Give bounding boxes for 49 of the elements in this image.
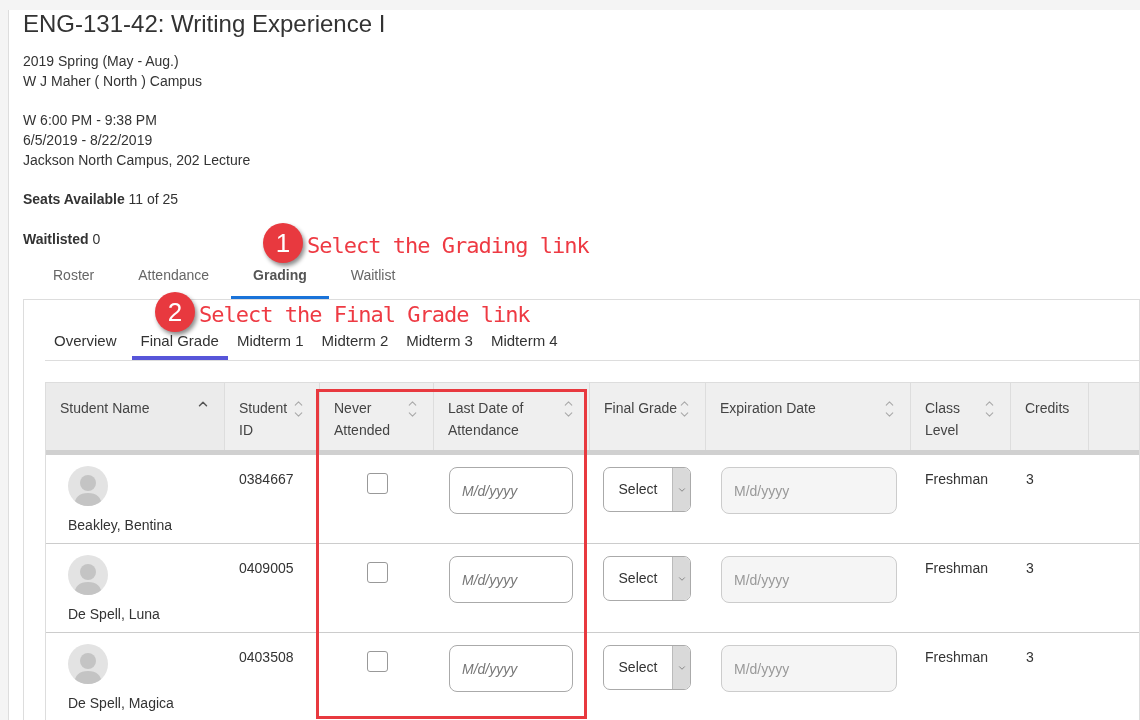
subtab[interactable]: Midterm 3 <box>397 331 482 360</box>
term-text: 2019 Spring (May - Aug.) <box>23 52 179 71</box>
avatar-icon <box>68 555 108 595</box>
class-level: Freshman <box>925 649 989 665</box>
date-input[interactable]: M/d/yyyy <box>449 467 573 514</box>
credits: 3 <box>1026 471 1034 487</box>
waitlisted-text: Waitlisted 0 <box>23 230 101 249</box>
schedule-text: W 6:00 PM - 9:38 PM <box>23 111 158 130</box>
credits: 3 <box>1026 560 1034 576</box>
seats-available-text: Seats Available 11 of 25 <box>23 190 180 209</box>
student-id: 0403508 <box>239 649 294 665</box>
campus-text: W J Maher ( North ) Campus <box>23 72 203 91</box>
subtab[interactable]: Midterm 2 <box>312 331 398 360</box>
grade-select[interactable]: Select <box>603 556 691 601</box>
class-level: Freshman <box>925 471 989 487</box>
column-header: Final Grade <box>604 399 678 418</box>
date-input[interactable]: M/d/yyyy <box>449 645 573 692</box>
grade-select[interactable]: Select <box>603 645 691 690</box>
student-id: 0409005 <box>239 560 294 576</box>
column-header: Class Level <box>925 399 961 440</box>
subtab[interactable]: Midterm 4 <box>481 331 567 360</box>
callout-text: Select the Final Grade link <box>199 300 530 329</box>
student-name: De Spell, Luna <box>68 605 161 624</box>
avatar-icon <box>68 466 108 506</box>
column-header: Student Name <box>60 399 150 418</box>
class-level: Freshman <box>925 560 989 576</box>
column-header: Never Attended <box>334 399 392 440</box>
tab[interactable]: Waitlist <box>328 262 418 299</box>
subtab[interactable]: Midterm 1 <box>227 331 313 360</box>
dates-text: 6/5/2019 - 8/22/2019 <box>23 131 154 150</box>
location-text: Jackson North Campus, 202 Lecture <box>23 151 252 170</box>
tab[interactable]: Roster <box>31 262 117 299</box>
student-id: 0384667 <box>239 471 294 487</box>
column-header: Student ID <box>239 399 289 440</box>
student-name: De Spell, Magica <box>68 694 175 713</box>
date-input[interactable]: M/d/yyyy <box>449 556 573 603</box>
credits: 3 <box>1026 649 1034 665</box>
column-header: Expiration Date <box>720 399 816 418</box>
avatar-icon <box>68 644 108 684</box>
never-attended-checkbox[interactable] <box>367 562 388 583</box>
course-title: ENG-131-42: Writing Experience I <box>23 10 386 38</box>
column-header: Last Date of Attendance <box>448 399 525 440</box>
column-header: Credits <box>1025 399 1070 418</box>
student-name: Beakley, Bentina <box>68 516 174 535</box>
never-attended-checkbox[interactable] <box>367 473 388 494</box>
grade-select[interactable]: Select <box>603 467 691 512</box>
never-attended-checkbox[interactable] <box>367 651 388 672</box>
callout-text: Select the Grading link <box>307 231 589 260</box>
subtab[interactable]: Overview <box>45 331 126 360</box>
